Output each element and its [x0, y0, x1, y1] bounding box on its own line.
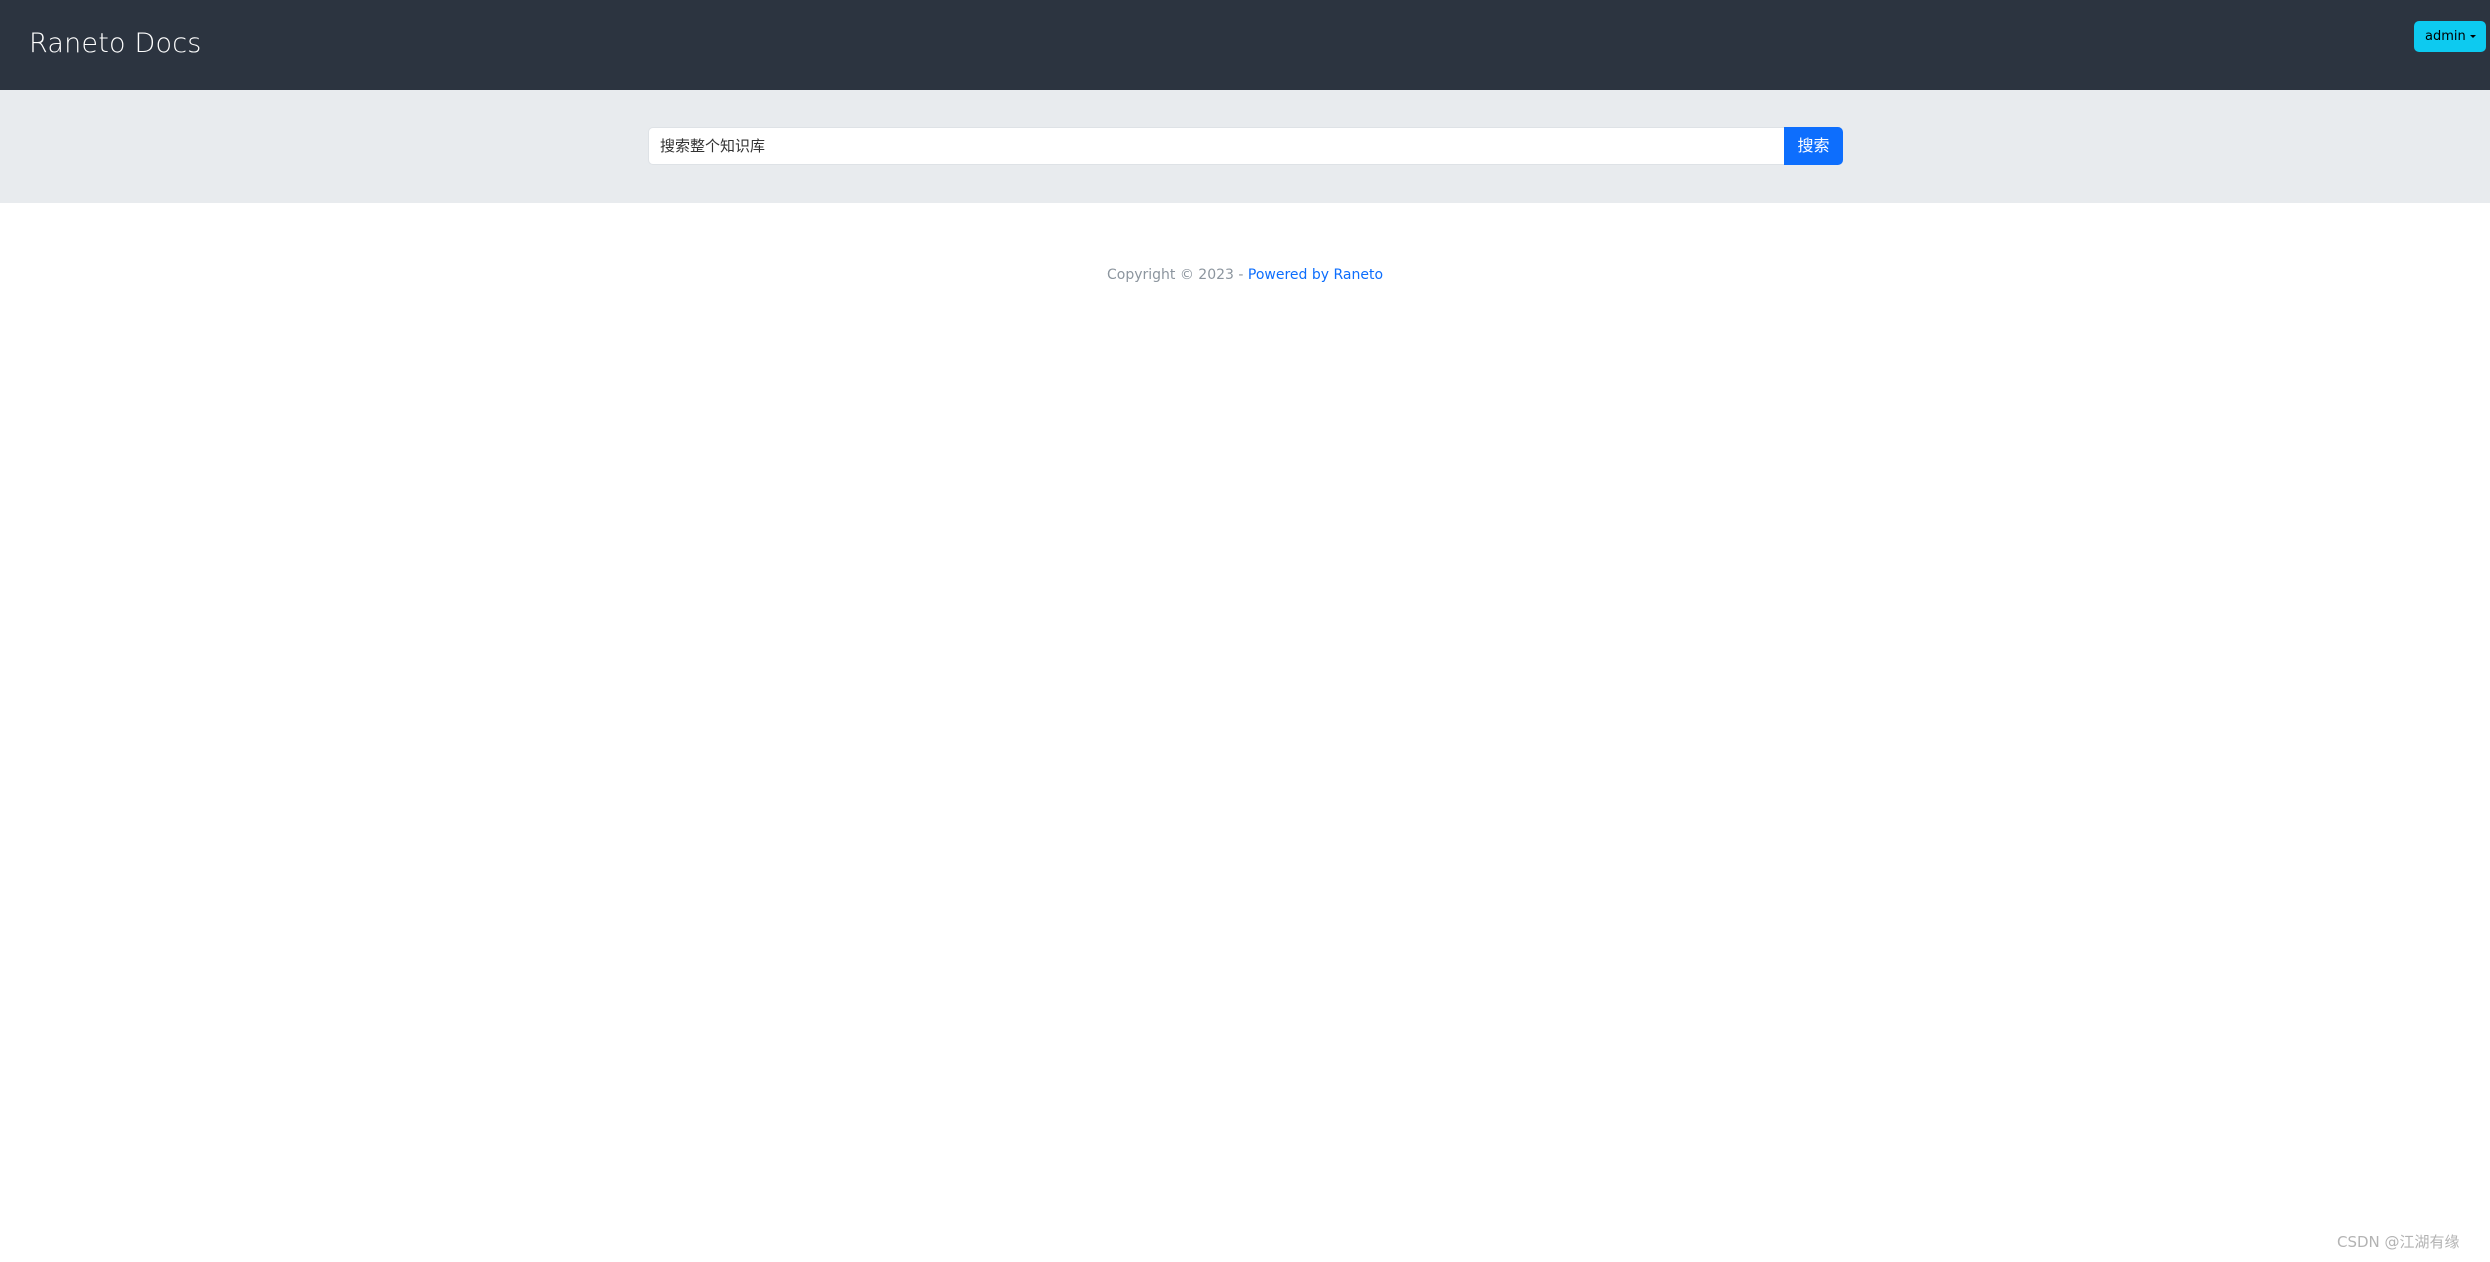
chevron-down-icon [2470, 35, 2476, 38]
powered-by-link[interactable]: Powered by Raneto [1248, 267, 1383, 283]
copyright-text: Copyright © 2023 - [1106, 267, 1248, 283]
search-button[interactable]: 搜索 [1784, 127, 1843, 165]
user-menu-button[interactable]: admin [2414, 21, 2486, 52]
watermark-text: CSDN @江湖有缘 [2337, 1233, 2460, 1251]
search-section: 搜索 [0, 90, 2490, 203]
search-input[interactable] [648, 127, 1784, 165]
user-menu-label: admin [2425, 29, 2466, 44]
brand-link[interactable]: Raneto Docs [29, 24, 202, 64]
page-footer: Copyright © 2023 - Powered by Raneto [0, 264, 2490, 286]
top-navbar: Raneto Docs admin [0, 0, 2490, 90]
